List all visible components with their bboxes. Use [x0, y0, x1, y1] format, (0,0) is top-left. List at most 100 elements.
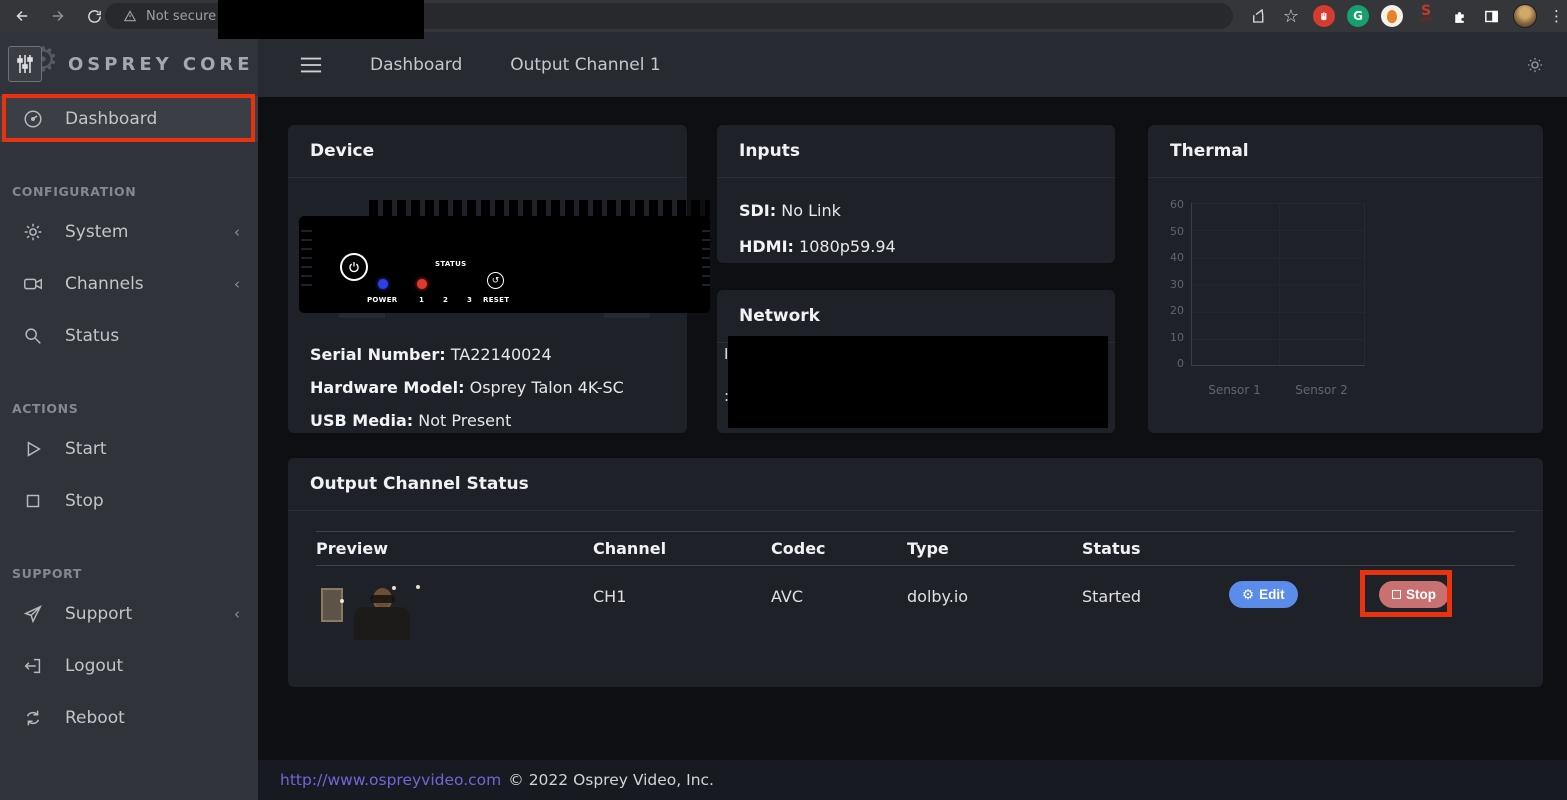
x-category-label: Sensor 1 [1191, 383, 1278, 397]
sidebar-item-reboot[interactable]: Reboot [0, 695, 258, 741]
chevron-left-icon: ‹ [234, 223, 240, 241]
share-icon[interactable] [1249, 6, 1269, 26]
footer-copyright: © 2022 Osprey Video, Inc. [508, 771, 714, 789]
browser-toolbar: Not secure ☆ G S SEO ⋮ [0, 0, 1567, 32]
field-label: Serial Number: [310, 345, 446, 364]
sidebar-item-label: Stop [65, 491, 104, 511]
cell-codec: AVC [771, 573, 907, 606]
device-led-number: 2 [443, 296, 448, 304]
sidebar-item-dashboard[interactable]: Dashboard [0, 96, 258, 142]
device-serial-row: Serial Number: TA22140024 [310, 338, 687, 371]
forward-icon[interactable] [48, 6, 68, 26]
output-card-title: Output Channel Status [288, 458, 1543, 511]
cell-status: Started [1082, 573, 1229, 606]
sidebar-item-label: Channels [65, 274, 144, 294]
theme-sun-icon[interactable] [1525, 55, 1545, 75]
back-icon[interactable] [12, 6, 32, 26]
stop-square-icon [1392, 590, 1401, 599]
sidebar-item-status[interactable]: Status [0, 313, 258, 359]
thermal-card: Thermal 60 50 40 30 20 10 0 Sensor 1 Sen… [1148, 125, 1543, 433]
thermal-card-title: Thermal [1148, 125, 1543, 178]
sidebar-section-configuration: CONFIGURATION [12, 184, 258, 199]
redacted-url [218, 0, 424, 39]
security-chip-label: Not secure [146, 9, 216, 24]
device-power-button-icon [340, 253, 368, 281]
y-tick: 40 [1170, 251, 1184, 264]
y-tick: 60 [1170, 198, 1184, 211]
field-label: USB Media: [310, 411, 413, 430]
chart-y-axis: 60 50 40 30 20 10 0 [1158, 198, 1184, 370]
device-led-number: 1 [419, 296, 424, 304]
table-row: CH1 AVC dolby.io Started ⚙Edit [316, 566, 1515, 608]
top-navbar: Dashboard Output Channel 1 [258, 32, 1567, 97]
adblock-extension-icon[interactable] [1313, 5, 1335, 27]
sidepanel-icon[interactable] [1481, 6, 1501, 26]
device-model-row: Hardware Model: Osprey Talon 4K-SC [310, 371, 687, 404]
footer-link[interactable]: http://www.ospreyvideo.com [280, 771, 501, 789]
field-value: Not Present [418, 411, 511, 430]
inputs-card-title: Inputs [717, 125, 1115, 178]
hamburger-menu-icon[interactable] [300, 56, 322, 74]
sidebar-section-actions: ACTIONS [12, 401, 258, 416]
col-channel: Channel [593, 539, 771, 558]
sidebar: ⚙ OSPREY CORE Dashboard CONFIGURATION Sy… [0, 32, 258, 800]
redacted-network-info [728, 336, 1108, 428]
sidebar-item-label: Status [65, 326, 119, 346]
page-footer: http://www.ospreyvideo.com © 2022 Osprey… [258, 760, 1567, 800]
sidebar-item-label: Dashboard [65, 109, 157, 129]
grammarly-extension-icon[interactable]: G [1347, 5, 1369, 27]
field-label: Hardware Model: [310, 378, 465, 397]
nav-link-dashboard[interactable]: Dashboard [370, 55, 462, 75]
stop-button[interactable]: Stop [1379, 581, 1449, 608]
stop-square-icon [22, 490, 44, 512]
device-card-title: Device [288, 125, 687, 178]
y-tick: 50 [1170, 225, 1184, 238]
play-icon [22, 438, 44, 460]
device-front-panel-image: STATUS POWER 1 2 3 ↺ RESET [299, 200, 710, 313]
sidebar-section-support: SUPPORT [12, 566, 258, 581]
seo-extension-icon[interactable]: S SEO [1415, 5, 1437, 27]
logout-icon [22, 655, 44, 677]
hdmi-input-row: HDMI: 1080p59.94 [739, 229, 1093, 265]
extensions-puzzle-icon[interactable] [1449, 6, 1469, 26]
chart-plot-area [1191, 203, 1365, 366]
y-tick: 0 [1177, 357, 1184, 370]
bookmark-star-icon[interactable]: ☆ [1281, 6, 1301, 26]
reload-icon[interactable] [84, 6, 104, 26]
nav-link-output-channel-1[interactable]: Output Channel 1 [510, 55, 660, 75]
table-header-row: Preview Channel Codec Type Status [316, 532, 1515, 566]
sidebar-item-support[interactable]: Support ‹ [0, 591, 258, 637]
sdi-input-row: SDI: No Link [739, 193, 1093, 229]
col-status: Status [1082, 539, 1229, 558]
sidebar-item-stop[interactable]: Stop [0, 478, 258, 524]
reboot-icon [22, 707, 44, 729]
field-value: 1080p59.94 [799, 237, 896, 256]
thermal-bar-chart: 60 50 40 30 20 10 0 [1158, 203, 1543, 375]
sidebar-item-label: Logout [65, 656, 123, 676]
sidebar-item-channels[interactable]: Channels ‹ [0, 261, 258, 307]
device-reset-label: RESET [483, 296, 509, 304]
sidebar-item-start[interactable]: Start [0, 426, 258, 472]
edit-button[interactable]: ⚙Edit [1229, 581, 1298, 608]
browser-menu-kebab-icon[interactable]: ⋮ [1549, 14, 1559, 19]
send-icon [22, 603, 44, 625]
device-reset-button-icon: ↺ [487, 272, 504, 289]
chevron-left-icon: ‹ [234, 605, 240, 623]
gear-icon: ⚙ [1242, 587, 1254, 603]
brand-name: OSPREY CORE [68, 54, 254, 75]
cell-type: dolby.io [907, 573, 1082, 606]
sidebar-item-system[interactable]: System ‹ [0, 209, 258, 255]
device-status-label: STATUS [435, 260, 466, 268]
egg-extension-icon[interactable] [1381, 5, 1403, 27]
brand-logo[interactable]: ⚙ OSPREY CORE [0, 32, 258, 96]
osprey-logo-icon: ⚙ [8, 44, 54, 84]
field-value: TA22140024 [451, 345, 552, 364]
inputs-card: Inputs SDI: No Link HDMI: 1080p59.94 [717, 125, 1115, 263]
sidebar-item-logout[interactable]: Logout [0, 643, 258, 689]
sidebar-item-label: Reboot [65, 708, 125, 728]
chevron-left-icon: ‹ [234, 275, 240, 293]
power-led-blue [378, 279, 388, 289]
profile-avatar[interactable] [1513, 4, 1537, 28]
main-content: Device STATUS POWER 1 2 3 ↺ RESET Seri [258, 97, 1567, 760]
chart-x-axis: Sensor 1 Sensor 2 [1191, 383, 1365, 397]
